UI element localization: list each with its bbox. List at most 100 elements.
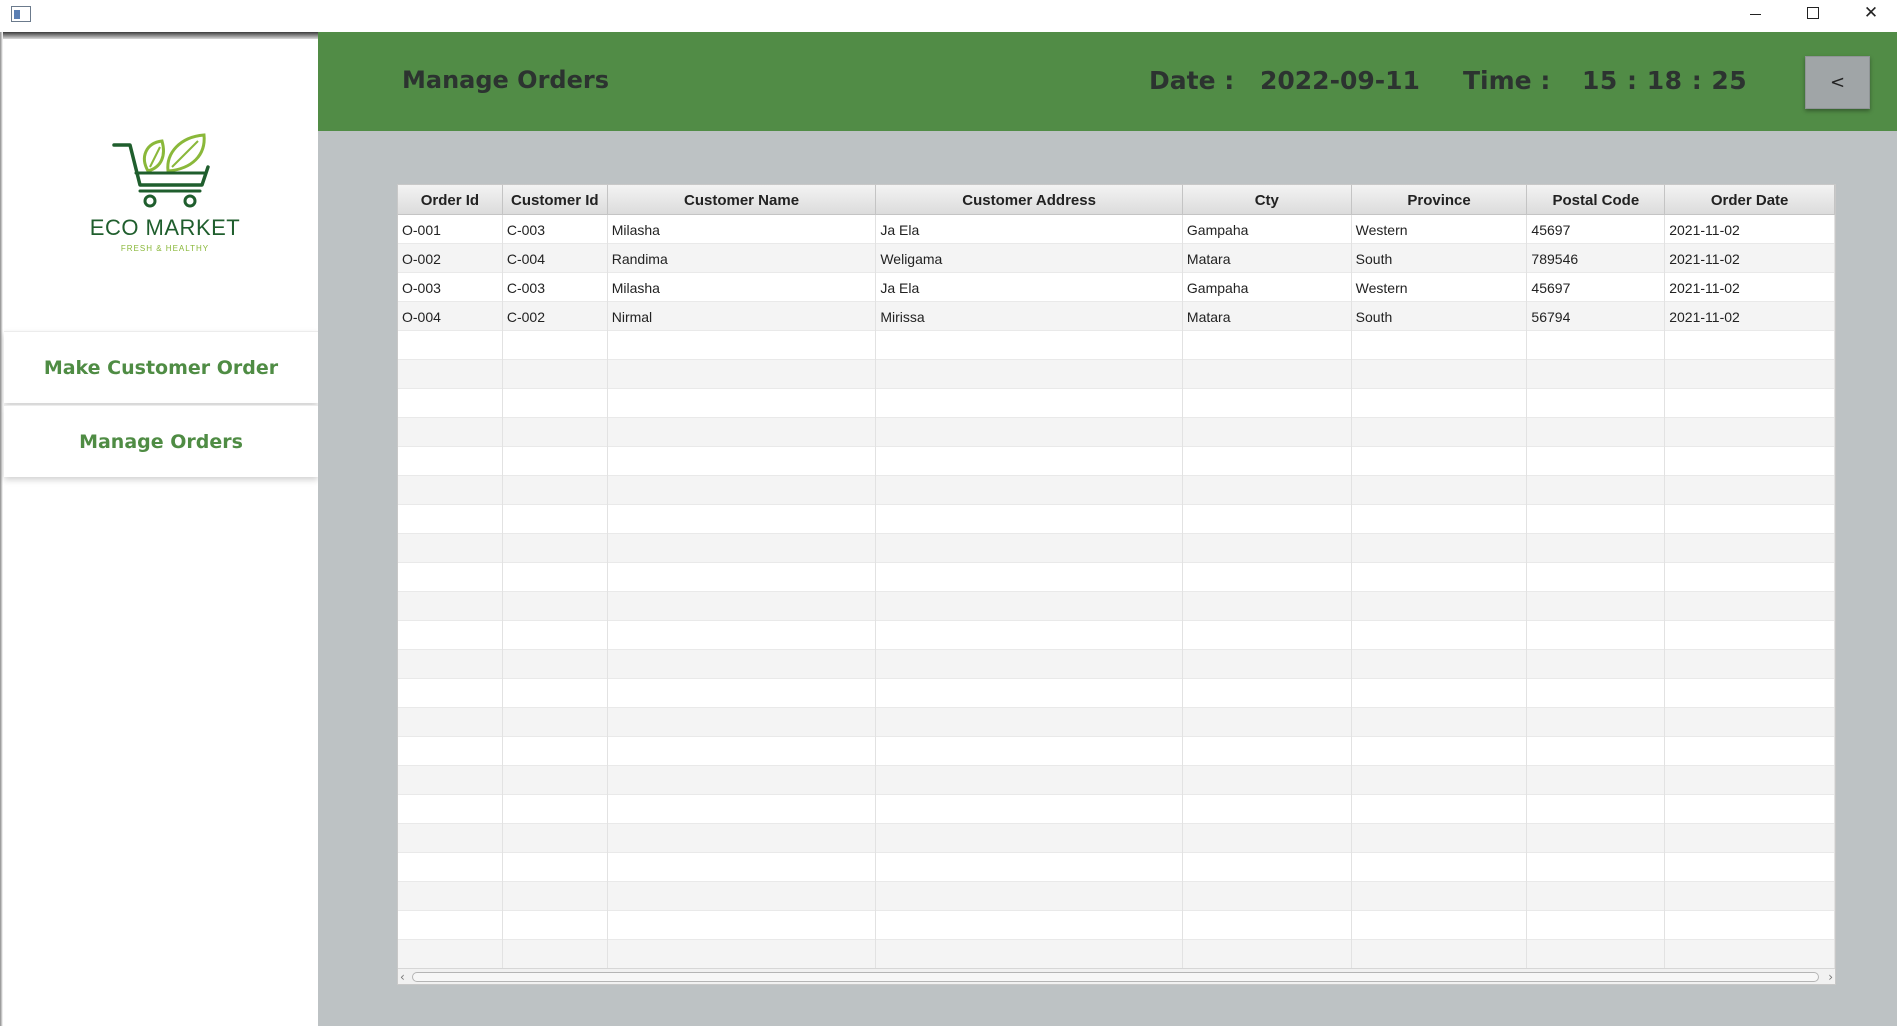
table-row[interactable]	[398, 331, 1835, 360]
date-label: Date :	[1149, 66, 1235, 95]
manage-orders-button[interactable]: Manage Orders	[4, 405, 318, 477]
table-cell	[1352, 505, 1528, 534]
table-cell: 789546	[1527, 244, 1666, 273]
table-row[interactable]	[398, 621, 1835, 650]
table-cell	[1352, 476, 1528, 505]
table-cell	[876, 505, 1183, 534]
table-cell	[1183, 882, 1352, 911]
table-cell	[1665, 331, 1835, 360]
table-cell	[398, 853, 503, 882]
table-cell	[876, 824, 1183, 853]
orders-table[interactable]: Order Id Customer Id Customer Name Custo…	[397, 184, 1836, 985]
table-cell	[876, 360, 1183, 389]
table-cell	[1352, 621, 1528, 650]
table-cell	[608, 853, 877, 882]
table-cell	[608, 389, 877, 418]
table-cell	[876, 331, 1183, 360]
table-row[interactable]	[398, 882, 1835, 911]
table-cell	[398, 592, 503, 621]
table-row[interactable]	[398, 911, 1835, 940]
table-row[interactable]	[398, 389, 1835, 418]
table-cell	[1527, 824, 1666, 853]
column-header-postal-code[interactable]: Postal Code	[1527, 185, 1666, 215]
time-label: Time :	[1463, 66, 1551, 95]
table-row[interactable]	[398, 679, 1835, 708]
table-cell	[1352, 592, 1528, 621]
table-row[interactable]	[398, 824, 1835, 853]
column-header-customer-name[interactable]: Customer Name	[608, 185, 877, 215]
table-cell	[1183, 447, 1352, 476]
table-cell	[503, 911, 608, 940]
table-row[interactable]	[398, 650, 1835, 679]
table-row[interactable]	[398, 505, 1835, 534]
table-cell	[1527, 708, 1666, 737]
table-cell	[503, 331, 608, 360]
column-header-customer-id[interactable]: Customer Id	[503, 185, 608, 215]
table-row[interactable]	[398, 708, 1835, 737]
horizontal-scrollbar[interactable]: ‹ ›	[398, 968, 1835, 984]
table-cell	[398, 911, 503, 940]
column-header-order-date[interactable]: Order Date	[1665, 185, 1835, 215]
back-button[interactable]: <	[1805, 56, 1870, 109]
table-cell	[608, 505, 877, 534]
table-cell	[1665, 476, 1835, 505]
table-row[interactable]	[398, 447, 1835, 476]
scrollbar-thumb[interactable]	[412, 972, 1819, 982]
table-cell	[1183, 418, 1352, 447]
table-cell	[1527, 563, 1666, 592]
table-row[interactable]	[398, 418, 1835, 447]
table-cell	[608, 940, 877, 969]
table-row[interactable]	[398, 940, 1835, 969]
table-cell	[503, 563, 608, 592]
column-header-province[interactable]: Province	[1352, 185, 1528, 215]
table-row[interactable]	[398, 534, 1835, 563]
table-cell	[1352, 534, 1528, 563]
table-row[interactable]: O-003 C-003 Milasha Ja Ela Gampaha Western 456…	[398, 273, 1835, 302]
table-cell: Randima	[608, 244, 877, 273]
table-row[interactable]	[398, 592, 1835, 621]
table-cell	[503, 505, 608, 534]
table-cell	[1352, 708, 1528, 737]
table-cell	[1665, 911, 1835, 940]
table-cell	[1352, 824, 1528, 853]
table-cell: Ja Ela	[876, 215, 1183, 244]
table-cell	[398, 418, 503, 447]
table-body: O-001 C-003 Milasha Ja Ela Gampaha Western 456…	[398, 215, 1835, 969]
table-cell	[1352, 882, 1528, 911]
make-customer-order-button[interactable]: Make Customer Order	[4, 331, 318, 403]
table-row[interactable]	[398, 360, 1835, 389]
cart-leaf-icon	[112, 133, 210, 208]
close-button[interactable]: ✕	[1842, 0, 1897, 26]
table-cell	[1527, 331, 1666, 360]
table-row[interactable]	[398, 563, 1835, 592]
column-header-customer-address[interactable]: Customer Address	[876, 185, 1183, 215]
table-row[interactable]: O-002 C-004 Randima Weligama Matara South 7895…	[398, 244, 1835, 273]
scroll-left-icon[interactable]: ‹	[400, 970, 405, 984]
column-header-order-id[interactable]: Order Id	[398, 185, 503, 215]
scroll-right-icon[interactable]: ›	[1828, 970, 1833, 984]
table-row[interactable]	[398, 853, 1835, 882]
table-cell: O-002	[398, 244, 503, 273]
table-cell	[608, 708, 877, 737]
table-row[interactable]	[398, 476, 1835, 505]
table-row[interactable]: O-001 C-003 Milasha Ja Ela Gampaha Western 456…	[398, 215, 1835, 244]
table-row[interactable]	[398, 737, 1835, 766]
table-header: Order Id Customer Id Customer Name Custo…	[398, 185, 1835, 215]
column-header-city[interactable]: Cty	[1183, 185, 1352, 215]
table-row[interactable]	[398, 766, 1835, 795]
table-cell	[876, 650, 1183, 679]
table-cell	[1183, 824, 1352, 853]
table-cell	[398, 447, 503, 476]
table-row[interactable]	[398, 795, 1835, 824]
table-row[interactable]: O-004 C-002 Nirmal Mirissa Matara South 56794 2…	[398, 302, 1835, 331]
maximize-button[interactable]	[1784, 0, 1842, 26]
table-cell	[1352, 737, 1528, 766]
table-cell	[876, 795, 1183, 824]
table-cell	[1183, 476, 1352, 505]
table-cell	[503, 824, 608, 853]
minimize-button[interactable]	[1726, 0, 1784, 26]
table-cell	[1183, 795, 1352, 824]
table-cell	[1665, 389, 1835, 418]
table-cell	[1352, 853, 1528, 882]
table-cell	[1527, 911, 1666, 940]
